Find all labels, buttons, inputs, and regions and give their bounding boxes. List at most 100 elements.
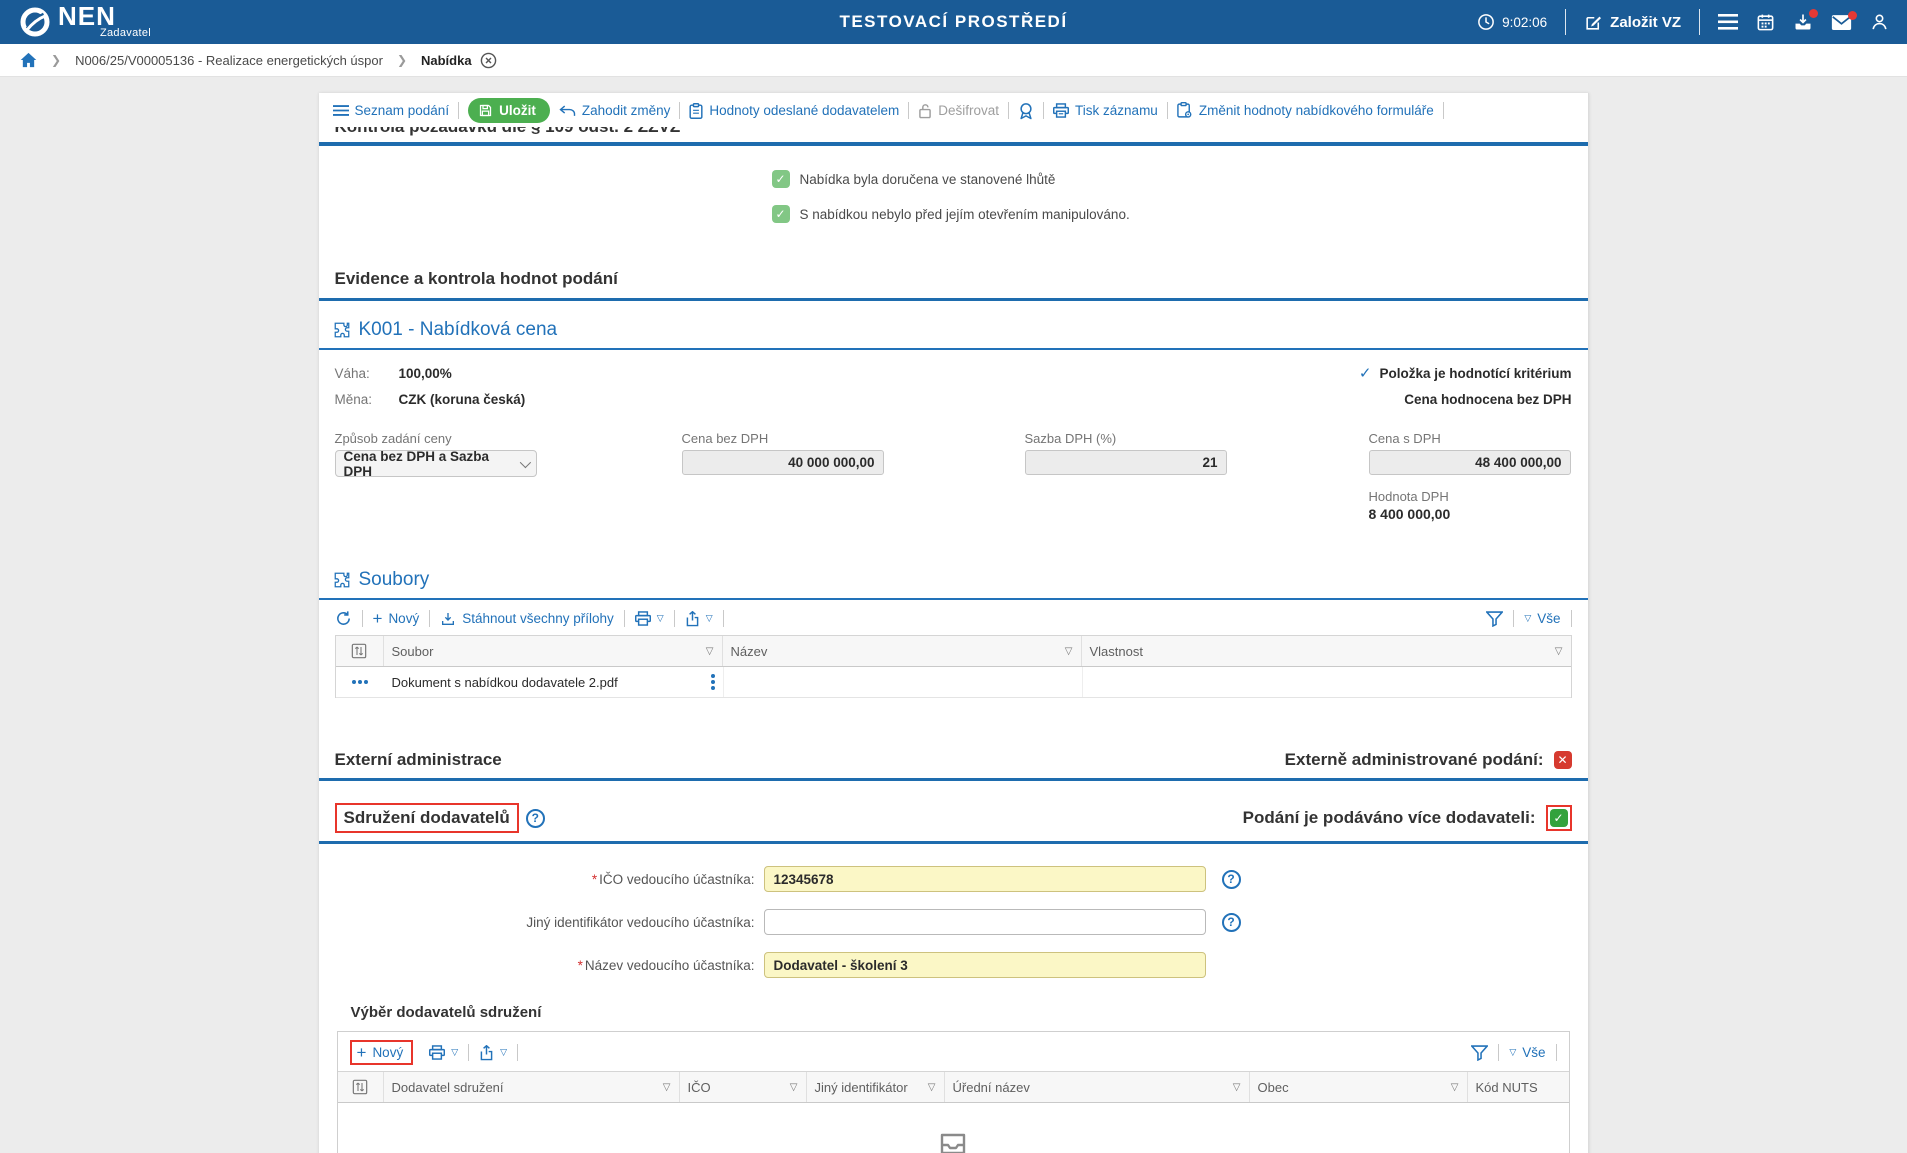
downloads-button[interactable] [1793, 12, 1813, 32]
chevron-down-icon [519, 456, 530, 467]
discard-changes-button[interactable]: Zahodit změny [559, 103, 671, 118]
check-not-manipulated-row: ✓ S nabídkou nebylo před jejím otevřením… [772, 205, 1588, 223]
file-property-cell[interactable] [1082, 667, 1571, 697]
supplier-sent-values-button[interactable]: Hodnoty odeslané dodavatelem [689, 103, 899, 119]
printer-icon [635, 611, 651, 626]
filter-funnel-icon[interactable] [1486, 611, 1503, 627]
export-button[interactable]: ▽ [479, 1045, 507, 1061]
assoc-col-nuts[interactable]: Kód NUTS [1468, 1072, 1569, 1102]
leader-ico-input[interactable] [764, 866, 1206, 892]
show-all-filter-button[interactable]: ▽ Vše [1509, 1045, 1545, 1060]
column-filter-icon[interactable]: ▽ [1233, 1082, 1241, 1093]
user-profile-button[interactable] [1870, 12, 1889, 32]
column-filter-icon[interactable]: ▽ [1065, 646, 1073, 657]
calendar-button[interactable] [1756, 13, 1775, 32]
change-offer-form-values-button[interactable]: Změnit hodnoty nabídkového formuláře [1177, 102, 1434, 119]
currency-value: CZK (koruna česká) [399, 392, 526, 407]
external-admin-checkbox[interactable]: ✕ [1554, 751, 1572, 769]
cell-menu-icon[interactable] [711, 674, 715, 690]
column-settings-button[interactable] [336, 636, 384, 666]
leader-name-input[interactable] [764, 952, 1206, 978]
price-entry-method-select[interactable]: Cena bez DPH a Sazba DPH [335, 450, 537, 477]
assoc-col-jiny[interactable]: Jiný identifikátor▽ [807, 1072, 945, 1102]
column-filter-icon[interactable]: ▽ [706, 646, 714, 657]
files-col-vlastnost[interactable]: Vlastnost▽ [1082, 636, 1571, 666]
column-filter-icon[interactable]: ▽ [790, 1082, 798, 1093]
external-admin-label: Externě administrované podání: [1285, 750, 1544, 770]
column-filter-icon[interactable]: ▽ [928, 1082, 936, 1093]
price-without-vat-input[interactable] [682, 450, 884, 475]
edit-icon [1584, 13, 1603, 32]
notification-badge [1848, 11, 1857, 20]
price-entry-method-field: Způsob zadání ceny Cena bez DPH a Sazba … [335, 431, 537, 477]
home-icon[interactable] [20, 52, 37, 68]
nen-logo[interactable]: NEN Zadavatel [18, 5, 151, 39]
print-record-button[interactable]: Tisk záznamu [1053, 103, 1158, 118]
export-button[interactable]: ▽ [685, 611, 713, 627]
files-table: Soubor▽ Název▽ Vlastnost▽ Dokument s nab… [335, 635, 1572, 698]
file-title-cell[interactable] [723, 667, 1082, 697]
assoc-col-uredni[interactable]: Úřední název▽ [945, 1072, 1250, 1102]
price-without-vat-label: Cena bez DPH [682, 431, 884, 446]
caret-down-icon: ▽ [1509, 1047, 1516, 1058]
section-rule [319, 841, 1588, 844]
messages-button[interactable] [1831, 14, 1852, 31]
check-not-manipulated-label: S nabídkou nebylo před jejím otevřením m… [800, 207, 1130, 222]
refresh-icon [335, 610, 352, 627]
column-filter-icon[interactable]: ▽ [1555, 646, 1563, 657]
help-icon[interactable]: ? [526, 809, 545, 828]
save-button[interactable]: Uložit [468, 98, 550, 123]
filter-funnel-icon[interactable] [1471, 1045, 1488, 1061]
files-col-soubor[interactable]: Soubor▽ [384, 636, 723, 666]
external-admin-heading: Externí administrace Externě administrov… [319, 750, 1588, 770]
breadcrumb-current: Nabídka [421, 53, 472, 68]
leader-name-row: *Název vedoucího účastníka: [319, 952, 1588, 978]
clipped-section-heading: Kontrola požadavků dle § 109 odst. 2 ZZV… [319, 127, 1588, 139]
row-actions-button[interactable] [336, 667, 384, 697]
multiple-suppliers-checkbox[interactable]: ✓ [1550, 809, 1568, 827]
vat-rate-input[interactable] [1025, 450, 1227, 475]
currency-label: Měna: [335, 392, 399, 407]
breadcrumb-procurement-link[interactable]: N006/25/V00005136 - Realizace energetick… [75, 53, 383, 68]
evaluated-without-vat-label: Cena hodnocena bez DPH [1404, 392, 1571, 407]
leader-other-id-input[interactable] [764, 909, 1206, 935]
new-association-supplier-button[interactable]: + Nový [350, 1040, 414, 1065]
divider [1513, 610, 1514, 627]
help-icon[interactable]: ? [1222, 913, 1241, 932]
assoc-col-obec[interactable]: Obec▽ [1250, 1072, 1468, 1102]
list-of-submissions-button[interactable]: Seznam podání [333, 103, 450, 118]
price-entry-method-label: Způsob zadání ceny [335, 431, 537, 446]
assoc-col-dodavatel[interactable]: Dodavatel sdružení▽ [384, 1072, 680, 1102]
price-with-vat-field: Cena s DPH Hodnota DPH 8 400 000,00 [1369, 431, 1571, 522]
price-with-vat-input[interactable] [1369, 450, 1571, 475]
print-list-button[interactable]: ▽ [635, 611, 664, 626]
supplier-association-heading: Sdružení dodavatelů ? Podání je podáváno… [319, 803, 1588, 833]
column-filter-icon[interactable]: ▽ [1451, 1082, 1459, 1093]
print-list-button[interactable]: ▽ [429, 1045, 458, 1060]
divider [458, 102, 459, 119]
help-icon[interactable]: ? [1222, 870, 1241, 889]
create-vz-button[interactable]: Založit VZ [1584, 13, 1681, 32]
files-col-nazev[interactable]: Název▽ [723, 636, 1082, 666]
column-filter-icon[interactable]: ▽ [663, 1082, 671, 1093]
association-form: *IČO vedoucího účastníka: ? Jiný identif… [319, 866, 1588, 978]
plus-icon: + [373, 613, 383, 625]
file-name-cell[interactable]: Dokument s nabídkou dodavatele 2.pdf [384, 667, 723, 697]
logo-subtitle: Zadavatel [100, 27, 151, 39]
table-row[interactable]: Dokument s nabídkou dodavatele 2.pdf [336, 667, 1571, 698]
section-rule [319, 298, 1588, 301]
refresh-button[interactable] [335, 610, 352, 627]
menu-button[interactable] [1718, 14, 1738, 30]
association-table-header: Dodavatel sdružení▽ IČO▽ Jiný identifiká… [338, 1072, 1569, 1103]
new-file-button[interactable]: + Nový [373, 611, 420, 626]
notification-badge [1809, 9, 1818, 18]
column-settings-button[interactable] [338, 1072, 384, 1102]
close-tab-icon[interactable] [480, 52, 497, 69]
files-toolbar: + Nový Stáhnout všechny přílohy ▽ ▽ ▽ Vš… [319, 610, 1588, 627]
watch-notifications-button[interactable] [1018, 102, 1034, 120]
show-all-filter-button[interactable]: ▽ Vše [1524, 611, 1560, 626]
download-all-attachments-button[interactable]: Stáhnout všechny přílohy [440, 611, 614, 627]
person-icon [1870, 12, 1889, 32]
assoc-col-ico[interactable]: IČO▽ [680, 1072, 807, 1102]
empty-tray-icon [939, 1133, 967, 1153]
